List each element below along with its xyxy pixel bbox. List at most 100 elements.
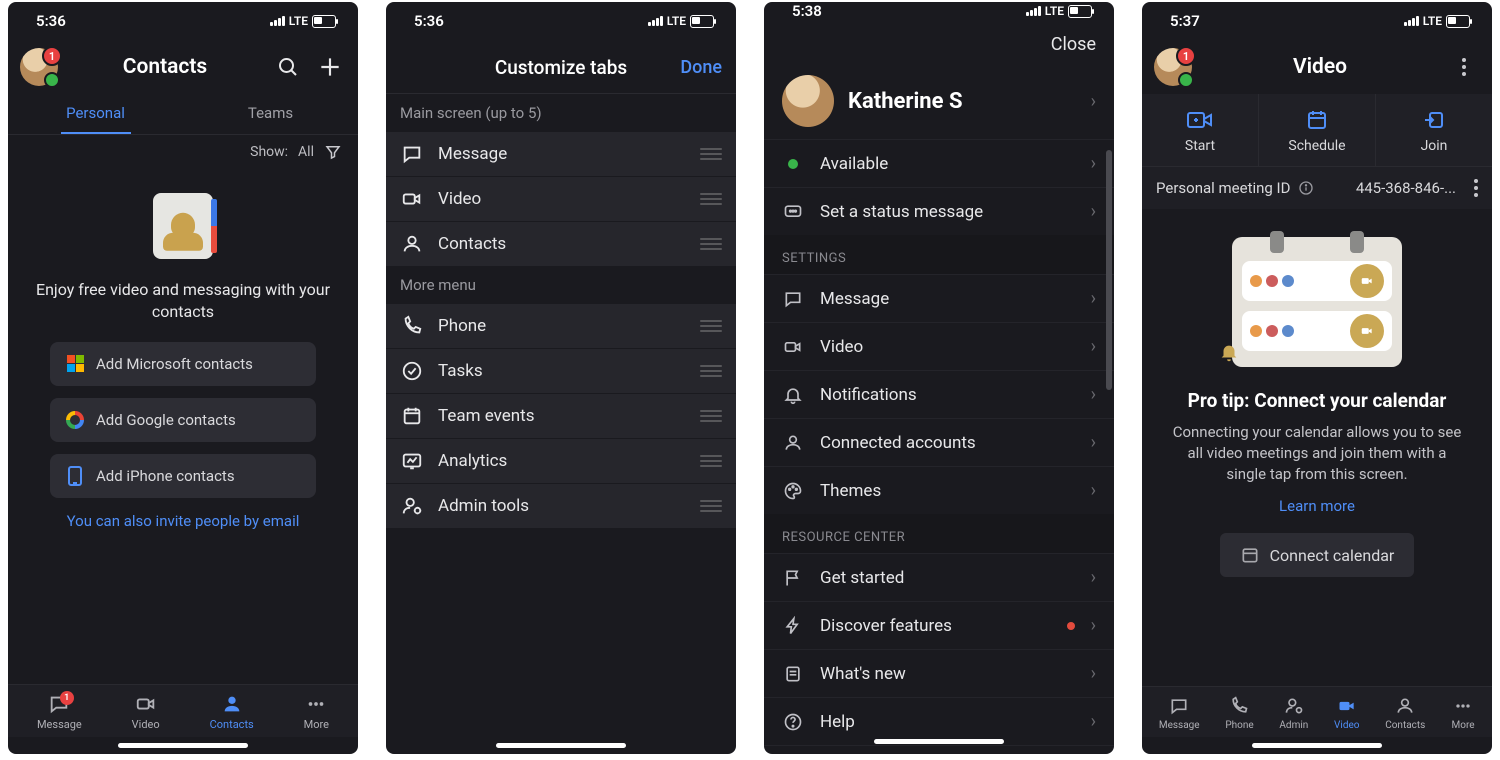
- learn-more-link[interactable]: Learn more: [1166, 497, 1468, 515]
- chevron-right-icon: ›: [1091, 336, 1096, 357]
- more-menu-icon[interactable]: [1448, 58, 1480, 76]
- status-bar: 5:36 LTE: [386, 2, 736, 40]
- drag-handle-icon[interactable]: [700, 238, 722, 250]
- add-icon[interactable]: [314, 54, 346, 80]
- tip-panel: Pro tip: Connect your calendar Connectin…: [1142, 209, 1492, 605]
- done-button[interactable]: Done: [680, 57, 722, 78]
- tab-contacts[interactable]: Contacts: [210, 693, 254, 731]
- message-icon: [782, 289, 804, 309]
- row-setting-video[interactable]: Video ›: [764, 322, 1114, 370]
- row-setting-notifications[interactable]: Notifications ›: [764, 370, 1114, 418]
- chevron-right-icon: ›: [1091, 615, 1096, 636]
- row-feedback[interactable]: Feedback: [764, 745, 1114, 754]
- row-team-events[interactable]: Team events: [386, 394, 736, 439]
- filter-icon[interactable]: [324, 143, 342, 161]
- tab-more[interactable]: More: [1451, 695, 1475, 731]
- row-message[interactable]: Message: [386, 132, 736, 177]
- search-icon[interactable]: [272, 55, 304, 79]
- scrollbar[interactable]: [1106, 150, 1112, 390]
- close-button[interactable]: Close: [1051, 34, 1096, 55]
- battery-icon: [690, 15, 714, 28]
- row-status-message[interactable]: Set a status message ›: [764, 187, 1114, 235]
- row-available[interactable]: Available ›: [764, 139, 1114, 187]
- action-start[interactable]: Start: [1142, 94, 1259, 166]
- row-setting-themes[interactable]: Themes ›: [764, 466, 1114, 514]
- home-indicator[interactable]: [874, 739, 1004, 744]
- drag-handle-icon[interactable]: [700, 320, 722, 332]
- add-microsoft-contacts-button[interactable]: Add Microsoft contacts: [50, 342, 316, 386]
- main-list: Message Video Contacts: [386, 132, 736, 266]
- drag-handle-icon[interactable]: [700, 455, 722, 467]
- chevron-right-icon: ›: [1091, 288, 1096, 309]
- meeting-id-more-icon[interactable]: [1474, 179, 1478, 197]
- tab-personal[interactable]: Personal: [8, 94, 183, 134]
- row-setting-message[interactable]: Message ›: [764, 274, 1114, 322]
- close-row: Close: [764, 20, 1114, 63]
- new-indicator-dot: [1067, 622, 1075, 630]
- action-join[interactable]: Join: [1376, 94, 1492, 166]
- tab-more[interactable]: More: [304, 693, 329, 731]
- home-indicator[interactable]: [118, 743, 248, 748]
- signal-icon: [648, 16, 663, 26]
- show-value[interactable]: All: [298, 144, 314, 160]
- row-tasks[interactable]: Tasks: [386, 349, 736, 394]
- bottom-tabbar: 1 Message Video Contacts More: [8, 684, 358, 737]
- drag-handle-icon[interactable]: [700, 410, 722, 422]
- row-get-started[interactable]: Get started ›: [764, 553, 1114, 601]
- add-google-contacts-button[interactable]: Add Google contacts: [50, 398, 316, 442]
- status-right: LTE: [270, 14, 336, 28]
- drag-handle-icon[interactable]: [700, 500, 722, 512]
- home-indicator[interactable]: [496, 743, 626, 748]
- chevron-right-icon: ›: [1091, 711, 1096, 732]
- row-video[interactable]: Video: [386, 177, 736, 222]
- invite-by-email-link[interactable]: You can also invite people by email: [32, 512, 334, 530]
- profile-avatar[interactable]: 1: [20, 48, 58, 86]
- row-contacts[interactable]: Contacts: [386, 222, 736, 266]
- tab-teams[interactable]: Teams: [183, 94, 358, 134]
- row-help[interactable]: Help ›: [764, 697, 1114, 745]
- row-admin-tools[interactable]: Admin tools: [386, 484, 736, 528]
- row-discover-features[interactable]: Discover features ›: [764, 601, 1114, 649]
- row-whats-new[interactable]: What's new ›: [764, 649, 1114, 697]
- chevron-right-icon: ›: [1091, 201, 1096, 222]
- tab-contacts[interactable]: Contacts: [1385, 695, 1425, 731]
- microsoft-icon: [67, 355, 84, 372]
- drag-handle-icon[interactable]: [700, 148, 722, 160]
- video-icon: [400, 188, 424, 210]
- ms-label: Add Microsoft contacts: [96, 355, 253, 373]
- join-icon: [1421, 108, 1447, 132]
- drag-handle-icon[interactable]: [700, 193, 722, 205]
- admin-icon: [1282, 695, 1306, 717]
- info-icon[interactable]: [1298, 180, 1314, 196]
- tab-phone[interactable]: Phone: [1225, 695, 1253, 731]
- add-iphone-contacts-button[interactable]: Add iPhone contacts: [50, 454, 316, 498]
- profile-avatar[interactable]: 1: [1154, 48, 1192, 86]
- tab-admin[interactable]: Admin: [1279, 695, 1308, 731]
- meeting-id-value: 445-368-846-...: [1356, 179, 1456, 197]
- notification-badge: 1: [42, 46, 62, 66]
- home-indicator[interactable]: [1252, 743, 1382, 748]
- analytics-icon: [400, 450, 424, 472]
- personal-meeting-id-row[interactable]: Personal meeting ID 445-368-846-...: [1142, 167, 1492, 209]
- row-setting-connected-accounts[interactable]: Connected accounts ›: [764, 418, 1114, 466]
- profile-row[interactable]: Katherine S ›: [764, 63, 1114, 139]
- row-analytics[interactable]: Analytics: [386, 439, 736, 484]
- tab-message[interactable]: Message: [1159, 695, 1200, 731]
- chevron-right-icon: ›: [1091, 384, 1096, 405]
- chevron-right-icon: ›: [1091, 91, 1096, 112]
- action-schedule[interactable]: Schedule: [1259, 94, 1376, 166]
- tab-video[interactable]: Video: [1334, 695, 1359, 731]
- phone-icon: [1227, 695, 1251, 717]
- tab-message[interactable]: 1 Message: [37, 693, 82, 731]
- contacts-icon: [400, 233, 424, 255]
- profile-name: Katherine S: [848, 89, 1077, 114]
- tab-video[interactable]: Video: [132, 693, 160, 731]
- connect-calendar-button[interactable]: Connect calendar: [1220, 533, 1415, 577]
- message-badge: 1: [60, 691, 74, 705]
- schedule-icon: [1304, 108, 1330, 132]
- row-phone[interactable]: Phone: [386, 304, 736, 349]
- message-icon: [1167, 695, 1191, 717]
- drag-handle-icon[interactable]: [700, 365, 722, 377]
- calendar-illustration: [1232, 237, 1402, 367]
- flag-icon: [782, 568, 804, 588]
